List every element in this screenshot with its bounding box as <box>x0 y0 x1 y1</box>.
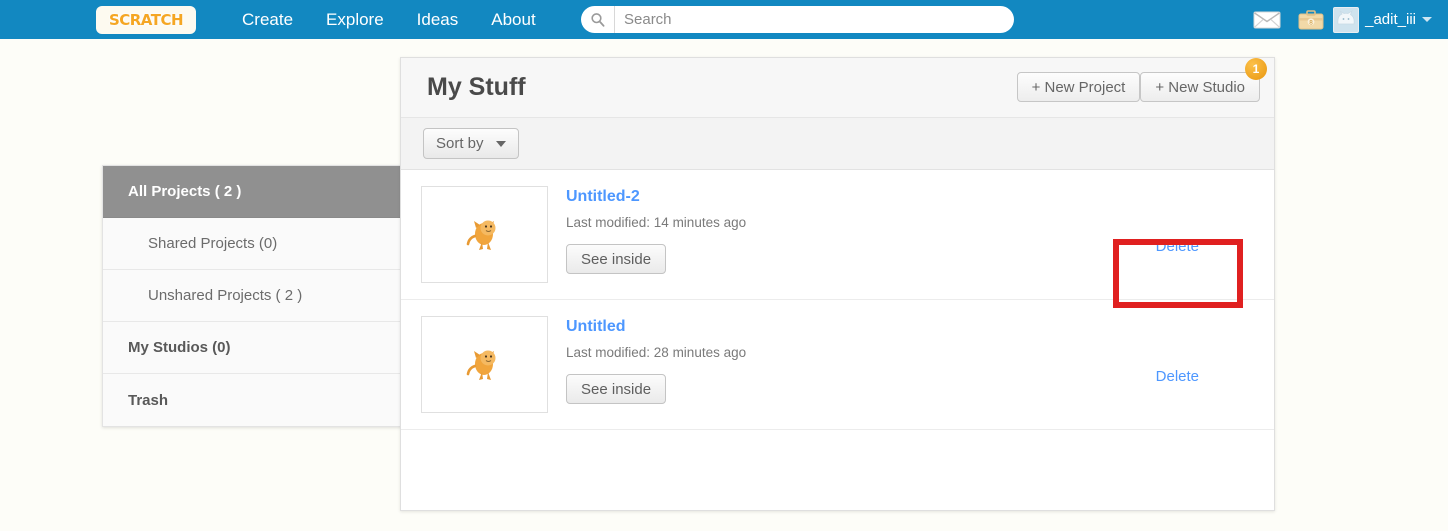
scratch-logo-text: SCRATCH <box>108 10 184 29</box>
see-inside-button[interactable]: See inside <box>566 374 667 404</box>
sort-by-label: Sort by <box>436 135 484 152</box>
project-last-modified: Last modified: 14 minutes ago <box>566 215 747 230</box>
table-row: Untitled-2 Last modified: 14 minutes ago… <box>401 170 1274 300</box>
header-actions: + New Project + New Studio 1 <box>1016 58 1267 102</box>
project-last-modified: Last modified: 28 minutes ago <box>566 345 747 360</box>
panel-empty-area <box>401 430 1274 510</box>
sidebar-item-label: All Projects ( 2 ) <box>128 183 242 200</box>
search-input[interactable] <box>624 7 1014 32</box>
new-studio-button[interactable]: + New Studio <box>1140 72 1260 102</box>
new-project-button[interactable]: + New Project <box>1016 72 1141 102</box>
chevron-down-icon[interactable] <box>1422 17 1432 22</box>
search-bar[interactable] <box>581 6 1014 33</box>
nav-link-about[interactable]: About <box>491 10 535 30</box>
search-icon <box>581 6 615 33</box>
panel-toolbar: Sort by <box>401 118 1274 170</box>
project-title-link[interactable]: Untitled-2 <box>566 188 746 206</box>
project-info: Untitled-2 Last modified: 14 minutes ago… <box>566 186 746 274</box>
top-navigation-bar: SCRATCH Create Explore Ideas About Searc… <box>0 0 1448 39</box>
sidebar-item-all-projects[interactable]: All Projects ( 2 ) <box>103 166 402 218</box>
panel-header: My Stuff + New Project + New Studio 1 <box>401 58 1274 118</box>
sidebar-item-my-studios[interactable]: My Studios (0) <box>103 322 402 374</box>
sidebar-item-trash[interactable]: Trash <box>103 374 402 426</box>
delete-link-row-2[interactable]: Delete <box>1156 368 1199 385</box>
sort-by-dropdown[interactable]: Sort by <box>423 128 519 159</box>
sidebar-item-label: Shared Projects (0) <box>148 235 278 252</box>
sidebar-item-label: Trash <box>128 391 169 409</box>
my-stuff-panel: My Stuff + New Project + New Studio 1 So… <box>400 57 1275 511</box>
nav-link-ideas[interactable]: Ideas <box>417 10 459 30</box>
see-inside-button[interactable]: See inside <box>566 244 667 274</box>
scratch-cat-thumbnail[interactable] <box>421 316 548 413</box>
envelope-icon[interactable] <box>1245 0 1289 39</box>
nav-link-create[interactable]: Create <box>242 10 293 30</box>
sidebar-item-unshared-projects[interactable]: Unshared Projects ( 2 ) <box>103 270 402 322</box>
my-stuff-sidebar: All Projects ( 2 ) Shared Projects (0) U… <box>102 165 402 427</box>
page-title: My Stuff <box>427 73 526 101</box>
project-title-link[interactable]: Untitled <box>566 318 746 336</box>
chevron-down-icon <box>495 140 506 147</box>
sidebar-item-shared-projects[interactable]: Shared Projects (0) <box>103 218 402 270</box>
status-badge: 1 <box>1245 58 1267 80</box>
project-info: Untitled Last modified: 28 minutes ago S… <box>566 316 746 404</box>
svg-text:8: 8 <box>1309 19 1313 26</box>
username-label[interactable]: _adit_iii <box>1365 11 1416 28</box>
delete-link-row-1[interactable]: Delete <box>1156 238 1199 255</box>
sidebar-item-label: My Studios (0) <box>128 339 231 356</box>
scratch-cat-thumbnail[interactable] <box>421 186 548 283</box>
new-studio-button-wrapper: + New Studio 1 <box>1140 58 1267 102</box>
sidebar-item-label: Unshared Projects ( 2 ) <box>148 287 303 304</box>
nav-link-explore[interactable]: Explore <box>326 10 384 30</box>
table-row: Untitled Last modified: 28 minutes ago S… <box>401 300 1274 430</box>
nav-right-cluster: 8 _adit_iii <box>1245 0 1448 39</box>
scratch-logo[interactable]: SCRATCH <box>98 7 194 32</box>
avatar[interactable] <box>1333 6 1360 33</box>
briefcase-icon[interactable]: 8 <box>1289 0 1333 39</box>
